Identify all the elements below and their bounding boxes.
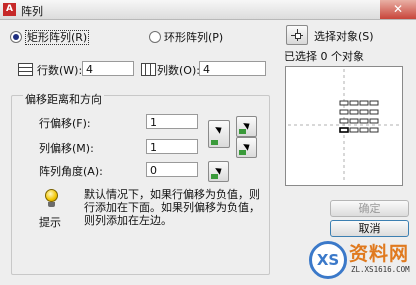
pick-angle-button[interactable] (208, 161, 229, 182)
select-objects-button[interactable] (286, 25, 308, 45)
cols-input[interactable]: 4 (199, 61, 266, 76)
rows-label: 行数(W): (37, 64, 83, 77)
pick-point-icon (211, 140, 218, 145)
watermark-url: ZL.XS1616.COM (351, 265, 410, 274)
watermark: XS 资料网 ZL.XS1616.COM (305, 238, 416, 285)
rect-array-option[interactable]: 矩形阵列(R) (10, 29, 90, 45)
title-bar: A 阵列 ✕ (0, 0, 416, 20)
array-preview (285, 66, 403, 186)
cols-label: 列数(O): (157, 64, 200, 77)
offset-group-title: 偏移距离和方向 (23, 91, 104, 107)
rows-grid-icon (18, 62, 33, 76)
selection-status: 已选择 0 个对象 (284, 50, 364, 63)
pick-column-offset-button[interactable] (236, 137, 257, 158)
rect-array-label: 矩形阵列(R) (25, 30, 90, 45)
columns-grid-icon (141, 62, 156, 76)
angle-input[interactable]: 0 (146, 162, 198, 177)
radio-button-checked[interactable] (10, 31, 22, 43)
tip-text: 默认情况下，如果行偏移为负值，则行添加在下面。如果列偏移为负值，则列添加在左边。 (84, 188, 260, 227)
angle-label: 阵列角度(A): (39, 165, 103, 178)
select-objects-label[interactable]: 选择对象(S) (314, 28, 374, 44)
col-offset-label: 列偏移(M): (39, 142, 94, 155)
pick-point-icon (211, 174, 218, 179)
preview-array-cells (339, 100, 379, 133)
pick-both-offsets-button[interactable] (208, 120, 230, 148)
cols-field (141, 62, 156, 76)
cancel-button[interactable]: 取消 (330, 220, 409, 237)
row-offset-input[interactable]: 1 (146, 114, 198, 129)
window-title: 阵列 (21, 5, 43, 18)
radio-button-unchecked[interactable] (149, 31, 161, 43)
ok-button[interactable]: 确定 (330, 200, 409, 217)
col-offset-input[interactable]: 1 (146, 139, 198, 154)
close-icon[interactable]: ✕ (380, 0, 416, 19)
polar-array-label: 环形阵列(P) (164, 31, 224, 44)
rows-field (18, 62, 33, 76)
watermark-brand: 资料网 (349, 243, 410, 265)
app-icon: A (3, 3, 16, 16)
preview-canvas (288, 69, 400, 183)
cursor-arrow-icon (215, 124, 224, 134)
watermark-logo-icon: XS (309, 241, 347, 279)
row-offset-label: 行偏移(F): (39, 117, 91, 130)
polar-array-option[interactable]: 环形阵列(P) (149, 29, 223, 45)
lightbulb-icon (44, 189, 59, 207)
rows-input[interactable]: 4 (82, 61, 134, 76)
pick-point-icon (239, 150, 246, 155)
pick-point-icon (239, 129, 246, 134)
pick-row-offset-button[interactable] (236, 116, 257, 137)
tip-caption: 提示 (39, 216, 61, 229)
